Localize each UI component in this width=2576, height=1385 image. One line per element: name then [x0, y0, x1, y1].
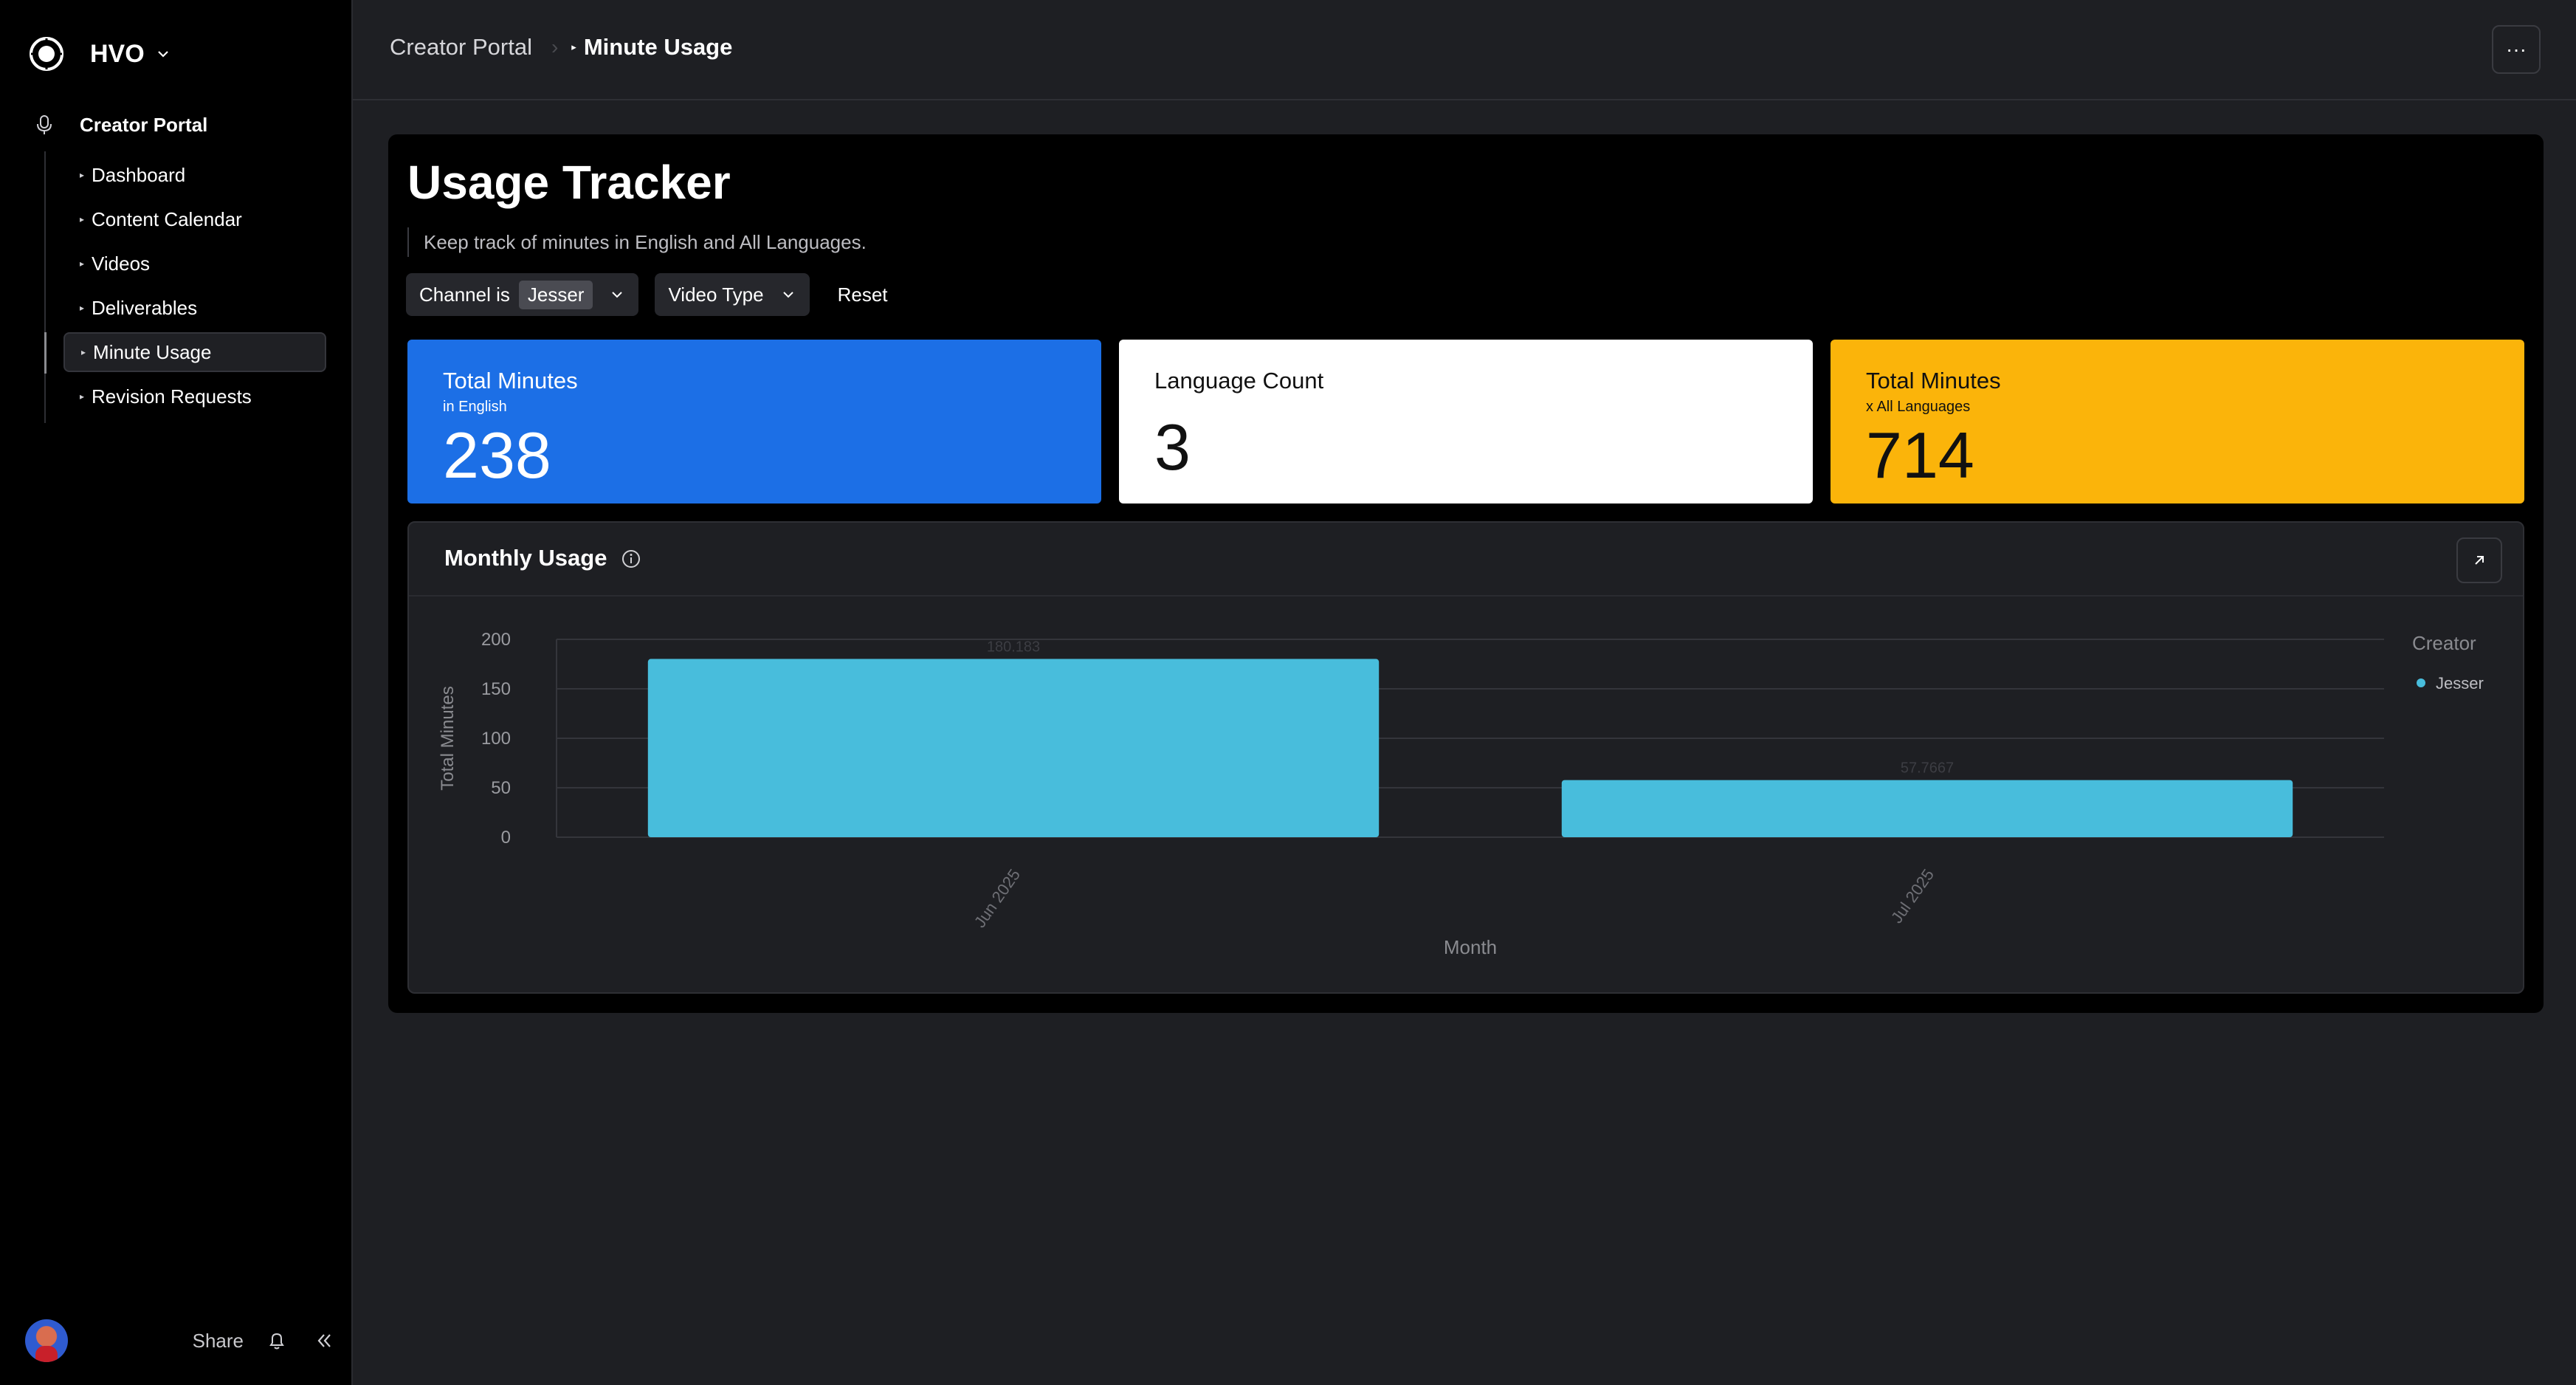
sidebar-footer: Share	[25, 1317, 335, 1364]
collapse-sidebar-icon[interactable]	[313, 1330, 335, 1352]
usage-tracker-panel: Usage Tracker Keep track of minutes in E…	[388, 134, 2544, 1013]
sidebar-item-label: Minute Usage	[93, 340, 212, 363]
video-type-filter-label: Video Type	[668, 283, 764, 306]
chevron-down-icon	[157, 51, 168, 58]
kpi-card-value: 3	[1154, 410, 1191, 484]
x-axis-label: Month	[1444, 936, 1497, 958]
info-icon[interactable]	[620, 548, 642, 570]
kpi-card-total-minutes-all-languages: Total Minutes x All Languages 714	[1831, 340, 2524, 504]
bell-icon[interactable]	[266, 1330, 288, 1352]
sidebar-item-label: Content Calendar	[92, 207, 242, 230]
bar	[647, 659, 1380, 837]
legend-title: Creator	[2412, 632, 2476, 654]
caret-right-icon: ▸	[80, 303, 85, 313]
caret-right-icon: ▸	[80, 170, 85, 180]
filter-bar: Channel is Jesser Video Type Reset	[406, 273, 888, 316]
y-axis-label: Total Minutes	[438, 686, 458, 790]
bar-data-label: 57.7667	[1901, 760, 1954, 777]
arrow-up-right-icon	[2475, 556, 2484, 565]
y-tick-label: 200	[481, 630, 511, 650]
sidebar-item-label: Deliverables	[92, 296, 198, 319]
breadcrumb-separator-icon: ›	[551, 35, 559, 58]
legend-entry: Jesser	[2436, 674, 2484, 692]
x-tick-label: Jun 2025	[971, 866, 1024, 931]
legend-swatch	[2417, 678, 2425, 687]
x-tick-label: Jul 2025	[1887, 866, 1938, 927]
sidebar-item-label: Revision Requests	[92, 385, 252, 408]
nav-tree-line	[44, 151, 46, 423]
avatar[interactable]	[25, 1319, 68, 1362]
workspace-logo-icon	[30, 37, 63, 71]
sidebar-item-deliverables[interactable]: ▸ Deliverables	[63, 288, 326, 328]
y-tick-label: 0	[501, 828, 511, 848]
reset-filters-button[interactable]: Reset	[838, 283, 888, 306]
sidebar-item-minute-usage[interactable]: ▸ Minute Usage	[63, 332, 326, 372]
y-tick-label: 150	[481, 679, 511, 699]
page-description: Keep track of minutes in English and All…	[407, 227, 867, 257]
caret-right-icon: ▸	[571, 41, 576, 52]
breadcrumb-current: Minute Usage	[583, 34, 733, 60]
sidebar-item-dashboard[interactable]: ▸ Dashboard	[63, 155, 326, 195]
bar-data-label: 180.183	[987, 639, 1040, 656]
workspace-switcher[interactable]: HVO	[28, 34, 171, 74]
caret-right-icon: ▸	[80, 214, 85, 224]
channel-filter-value: Jesser	[518, 280, 593, 309]
channel-filter-button[interactable]: Channel is Jesser	[406, 273, 639, 316]
y-tick-label: 100	[481, 729, 511, 749]
kpi-card-value: 714	[1866, 419, 1974, 492]
sidebar-section-label: Creator Portal	[80, 113, 208, 136]
caret-right-icon: ▸	[80, 391, 85, 402]
sidebar-item-content-calendar[interactable]: ▸ Content Calendar	[63, 199, 326, 239]
channel-filter-prefix: Channel is	[419, 283, 510, 306]
kpi-card-value: 238	[443, 419, 551, 492]
kpi-card-title: Total Minutes	[443, 368, 578, 393]
breadcrumb: Creator Portal › ▸ Minute Usage	[390, 34, 732, 61]
caret-right-icon: ▸	[81, 347, 86, 357]
chart-title: Monthly Usage	[444, 545, 607, 571]
y-tick-label: 50	[491, 778, 511, 798]
kpi-card-title: Language Count	[1154, 368, 1324, 393]
sidebar-item-videos[interactable]: ▸ Videos	[63, 244, 326, 283]
kpi-card-subtitle: x All Languages	[1866, 399, 1971, 415]
more-options-label: ···	[2506, 38, 2527, 61]
kpi-card-title: Total Minutes	[1866, 368, 2001, 393]
sidebar-section-creator-portal[interactable]: Creator Portal	[34, 109, 207, 140]
breadcrumb-root[interactable]: Creator Portal	[390, 34, 532, 61]
chevron-down-icon	[782, 292, 793, 298]
sidebar-item-revision-requests[interactable]: ▸ Revision Requests	[63, 377, 326, 416]
more-options-button[interactable]: ···	[2492, 25, 2541, 74]
chevron-down-icon	[612, 292, 623, 298]
kpi-cards: Total Minutes in English 238 Language Co…	[407, 340, 2524, 504]
share-button[interactable]: Share	[193, 1330, 244, 1353]
sidebar-nav: ▸ Dashboard ▸ Content Calendar ▸ Videos …	[63, 155, 326, 421]
sidebar-item-label: Videos	[92, 252, 151, 275]
caret-right-icon: ▸	[80, 258, 85, 269]
workspace-name: HVO	[90, 39, 145, 68]
microphone-icon	[37, 115, 52, 134]
kpi-card-language-count: Language Count 3	[1119, 340, 1813, 504]
page-title: Usage Tracker	[407, 156, 731, 209]
expand-chart-button[interactable]	[2456, 537, 2502, 583]
kpi-card-subtitle: in English	[443, 399, 507, 415]
monthly-usage-bar-chart: 0 50 100 150 200 Total Minutes 180.183 Jun 2025…	[438, 630, 2484, 958]
monthly-usage-chart-card: Monthly Usage 0 50 100 150 200 Total Minutes 1…	[407, 521, 2524, 994]
app-root: HVO Creator Portal ▸ Dashboard ▸ Content…	[0, 0, 2576, 1385]
sidebar-item-label: Dashboard	[92, 163, 186, 186]
sidebar: HVO Creator Portal ▸ Dashboard ▸ Content…	[0, 0, 353, 1385]
bar	[1561, 780, 2293, 837]
kpi-card-total-minutes-english: Total Minutes in English 238	[407, 340, 1101, 504]
video-type-filter-button[interactable]: Video Type	[655, 273, 810, 316]
topbar: Creator Portal › ▸ Minute Usage ···	[353, 0, 2576, 100]
chart-header: Monthly Usage	[409, 523, 2523, 597]
nav-active-indicator	[44, 332, 47, 374]
